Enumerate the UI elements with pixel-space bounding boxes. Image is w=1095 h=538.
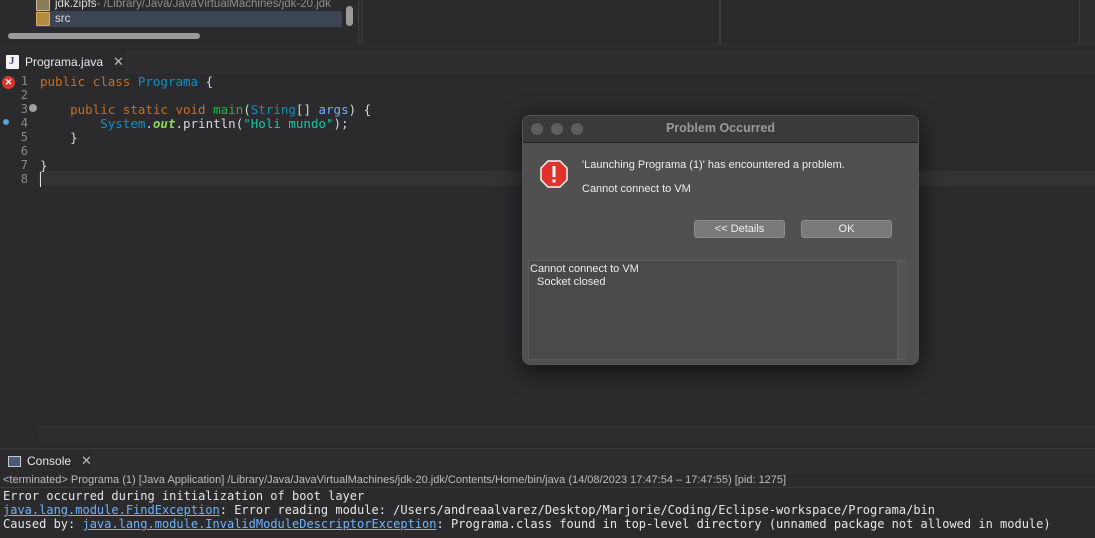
line-number: 4 — [20, 116, 28, 130]
source-folder-icon — [36, 12, 50, 26]
code-token: main — [213, 102, 244, 117]
src-label: src — [55, 13, 71, 25]
code-token: { — [198, 74, 214, 89]
tab-console[interactable]: Console ✕ — [0, 449, 92, 473]
code-token: . — [145, 116, 153, 131]
problem-dialog: Problem Occurred 'Launching Programa (1)… — [522, 115, 919, 365]
console-output[interactable]: Error occurred during initialization of … — [0, 487, 1095, 538]
editor-horizontal-scrollbar[interactable] — [38, 426, 1095, 441]
details-line: Socket closed — [537, 276, 606, 288]
code-line-3: public static void main(String[] args) { — [40, 102, 371, 117]
close-console-icon[interactable]: ✕ — [81, 453, 92, 469]
console-icon — [8, 455, 21, 467]
code-token: public — [40, 74, 86, 89]
code-line-5: } — [40, 130, 78, 145]
dialog-title: Problem Occurred — [665, 121, 776, 135]
line-number: 1 — [20, 74, 28, 88]
line-number: 7 — [20, 158, 28, 172]
jar-path: - /Library/Java/JavaVirtualMachines/jdk-… — [96, 0, 331, 10]
tree-item-src[interactable]: src — [36, 11, 342, 27]
close-tab-icon[interactable]: ✕ — [113, 54, 124, 70]
tab-label: Programa.java — [25, 55, 104, 69]
package-explorer: jdk.zipfs - /Library/Java/JavaVirtualMac… — [0, 0, 359, 44]
details-line: Cannot connect to VM — [530, 263, 639, 275]
details-scrollbar[interactable] — [897, 261, 907, 359]
code-token: ); — [333, 116, 349, 131]
error-octagon-icon — [540, 160, 568, 188]
line-number: 5 — [20, 130, 28, 144]
code-token: } — [40, 158, 48, 173]
code-token: args — [318, 102, 349, 117]
editor-gutter: ✕ 1 2 3 4 5 6 7 8 — [0, 74, 38, 440]
vertical-scrollbar[interactable] — [346, 6, 353, 26]
details-textarea[interactable]: Cannot connect to VM Socket closed — [528, 260, 907, 360]
console-line-3: Caused by: java.lang.module.InvalidModul… — [3, 517, 1051, 531]
code-token: String — [250, 102, 296, 117]
horizontal-scrollbar[interactable] — [8, 33, 200, 39]
code-token: "Holi mundo" — [243, 116, 334, 131]
console-text: Caused by: — [3, 517, 83, 531]
line-number: 8 — [20, 172, 28, 186]
console-tabbar: Console ✕ — [0, 448, 1095, 473]
console-line-2: java.lang.module.FindException: Error re… — [3, 503, 935, 517]
dialog-titlebar[interactable]: Problem Occurred — [523, 116, 918, 143]
exception-link[interactable]: java.lang.module.FindException — [3, 503, 220, 517]
tab-programa-java[interactable]: Programa.java ✕ — [0, 50, 125, 74]
code-token: Programa — [137, 74, 199, 89]
editor-tabbar: Programa.java ✕ — [0, 50, 1095, 75]
code-token: static — [122, 102, 168, 117]
fold-toggle-icon[interactable] — [29, 104, 37, 112]
exception-link[interactable]: java.lang.module.InvalidModuleDescriptor… — [82, 517, 436, 531]
code-token: out — [152, 116, 176, 131]
console-text: : Error reading module: /Users/andreaalv… — [219, 503, 935, 517]
code-line-1: public class Programa { — [40, 74, 213, 89]
java-file-icon — [6, 55, 19, 69]
jar-label: jdk.zipfs — [55, 0, 97, 10]
jar-icon — [36, 0, 50, 11]
code-token: public — [70, 102, 116, 117]
console-line-1: Error occurred during initialization of … — [3, 489, 365, 503]
line-number: 3 — [20, 102, 28, 116]
dialog-body: 'Launching Programa (1)' has encountered… — [523, 143, 918, 364]
code-token: [] — [295, 102, 319, 117]
dialog-message: 'Launching Programa (1)' has encountered… — [582, 159, 845, 171]
code-token: ) { — [348, 102, 372, 117]
side-panel-1 — [362, 0, 720, 44]
text-cursor — [40, 172, 41, 187]
side-panel-2 — [720, 0, 1080, 44]
console-text: : Programa.class found in top-level dire… — [436, 517, 1051, 531]
code-token: void — [175, 102, 206, 117]
code-line-4: System.out.println("Holi mundo"); — [40, 116, 349, 131]
ok-button[interactable]: OK — [801, 220, 892, 238]
code-token: } — [70, 130, 78, 145]
code-token: .println( — [175, 116, 244, 131]
code-token: ( — [243, 102, 251, 117]
code-token: class — [92, 74, 131, 89]
line-number: 2 — [20, 88, 28, 102]
code-line-7: } — [40, 158, 48, 173]
code-token: System — [100, 116, 146, 131]
dialog-submessage: Cannot connect to VM — [582, 183, 691, 195]
details-button[interactable]: << Details — [694, 220, 785, 238]
console-status: <terminated> Programa (1) [Java Applicat… — [3, 474, 787, 486]
line-number: 6 — [20, 144, 28, 158]
console-tab-label: Console — [27, 454, 72, 468]
override-marker-icon — [3, 119, 9, 125]
top-panels: jdk.zipfs - /Library/Java/JavaVirtualMac… — [0, 0, 1095, 46]
